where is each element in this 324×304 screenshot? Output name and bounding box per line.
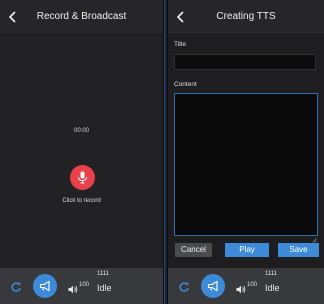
content-label: Content [174, 81, 197, 88]
refresh-icon[interactable] [178, 280, 190, 298]
header: Creating TTS [168, 0, 324, 35]
device-id: 1111 [97, 271, 110, 277]
broadcast-icon [39, 280, 50, 292]
microphone-icon [78, 171, 87, 184]
volume-level: 100 [79, 282, 90, 288]
record-label: Click to record [62, 198, 101, 204]
page-title: Creating TTS [216, 11, 276, 22]
record-timer: 00:00 [73, 128, 89, 134]
broadcast-button[interactable] [33, 274, 57, 298]
volume-level: 100 [247, 282, 258, 288]
status-text: Idle [265, 283, 280, 293]
volume-icon[interactable] [68, 281, 78, 299]
device-id: 1111 [265, 271, 278, 277]
refresh-icon[interactable] [10, 280, 22, 298]
creating-tts-panel: Creating TTS Title Content Cancel Play S… [168, 0, 324, 304]
status-text: Idle [97, 283, 112, 293]
broadcast-button[interactable] [201, 274, 225, 298]
record-button[interactable] [70, 165, 95, 190]
record-broadcast-panel: Record & Broadcast 00:00 Click to record… [0, 0, 163, 304]
broadcast-icon [207, 280, 218, 292]
footer-bar: 100 1111 Idle [168, 268, 324, 304]
title-label: Title [174, 41, 187, 48]
header: Record & Broadcast [0, 0, 163, 35]
cancel-button[interactable]: Cancel [175, 243, 212, 257]
page-title: Record & Broadcast [36, 11, 127, 22]
play-button[interactable]: Play [225, 243, 269, 257]
volume-icon[interactable] [236, 281, 246, 299]
content-textarea[interactable] [174, 93, 318, 236]
footer-bar: 100 1111 Idle [0, 268, 163, 304]
title-input[interactable] [174, 54, 316, 70]
save-button[interactable]: Save [278, 243, 319, 257]
